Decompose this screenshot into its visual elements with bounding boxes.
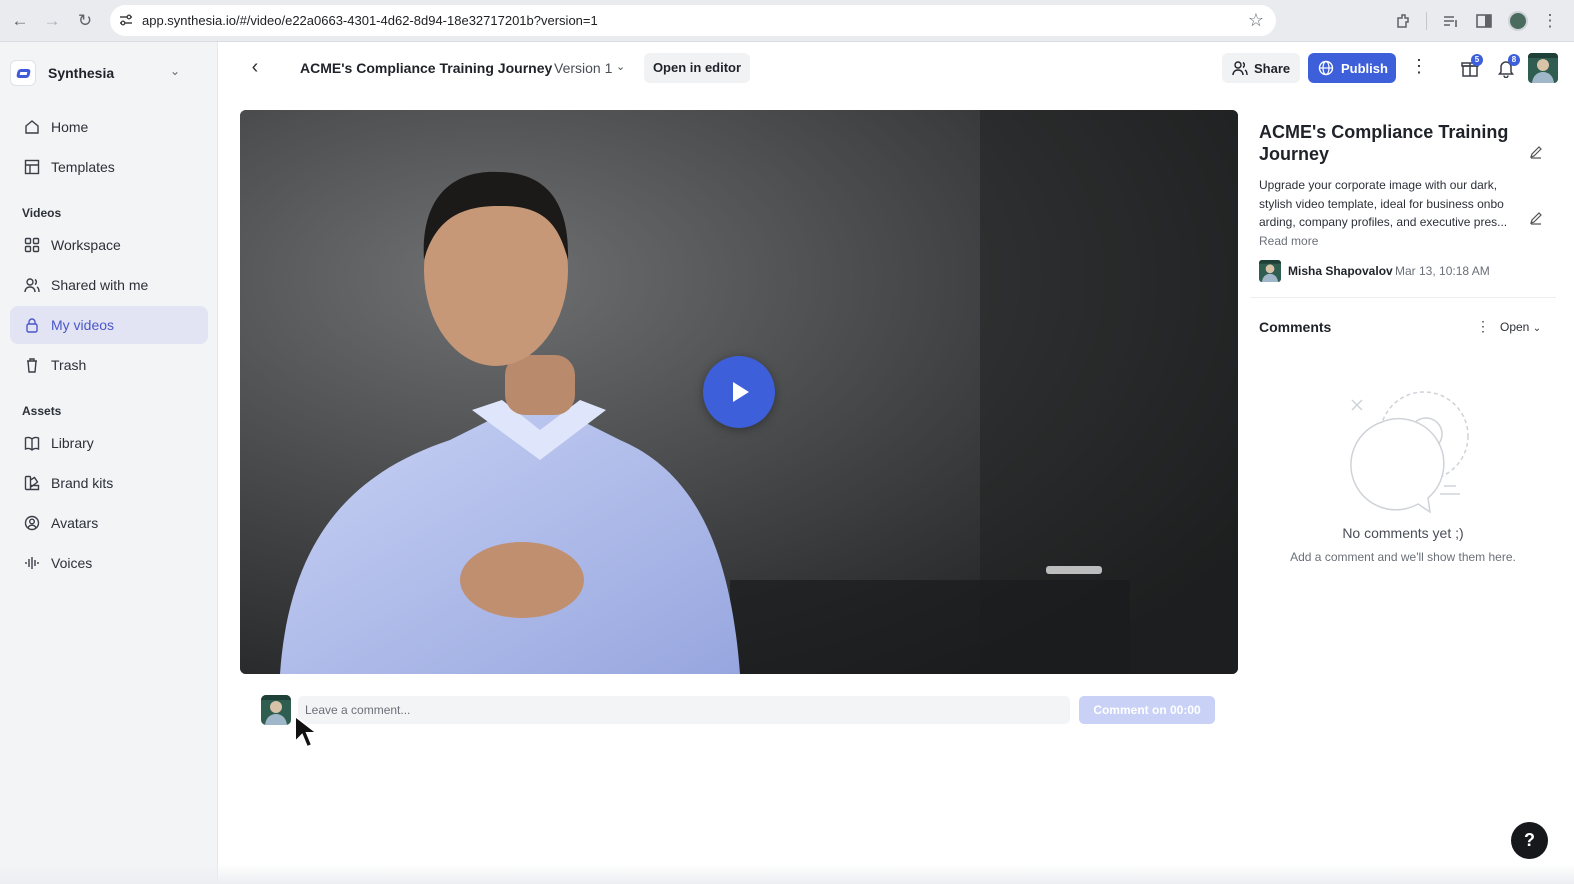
library-icon	[24, 436, 40, 451]
sidebar-item-label: Library	[51, 435, 94, 451]
chevron-down-icon: ⌄	[1532, 323, 1542, 334]
read-more-link[interactable]: Read more	[1259, 234, 1318, 248]
created-date: Mar 13, 10:18 AM	[1395, 264, 1490, 278]
reload-icon[interactable]: ↻	[75, 11, 95, 31]
empty-comments-subtitle: Add a comment and we'll show them here.	[1290, 550, 1516, 564]
sidebar-item-label: Home	[51, 119, 89, 135]
comments-header: Comments	[1259, 319, 1332, 335]
comments-filter-label: Open	[1500, 320, 1530, 334]
video-description: Upgrade your corporate image with our da…	[1259, 178, 1508, 229]
chevron-down-icon[interactable]: ⌄	[616, 60, 625, 73]
sidebar-item-templates[interactable]: Templates	[10, 148, 208, 186]
play-button[interactable]	[703, 356, 775, 428]
side-panel-icon[interactable]	[1475, 12, 1493, 30]
sidebar-item-label: Shared with me	[51, 277, 149, 293]
sidebar-item-home[interactable]: Home	[10, 108, 208, 146]
sidebar-item-voices[interactable]: Voices	[10, 544, 208, 582]
sidebar-item-trash[interactable]: Trash	[10, 346, 208, 384]
sidebar-item-label: Voices	[51, 555, 93, 571]
extensions-icon[interactable]	[1394, 12, 1412, 30]
sidebar-item-shared-with-me[interactable]: Shared with me	[10, 266, 208, 304]
avatars-icon	[24, 515, 40, 531]
help-button[interactable]: ?	[1511, 822, 1548, 859]
share-button[interactable]: Share	[1222, 53, 1300, 83]
url-text: app.synthesia.io/#/video/e22a0663-4301-4…	[142, 13, 598, 28]
chevron-down-icon: ⌄	[169, 64, 180, 78]
sidebar-item-label: Templates	[51, 159, 115, 175]
empty-comments-illustration	[1350, 391, 1469, 514]
sidebar-item-avatars[interactable]: Avatars	[10, 504, 208, 542]
globe-icon	[1318, 60, 1334, 76]
sidebar: Synthesia ⌄ Home Templates Videos Worksp…	[0, 42, 218, 884]
site-settings-icon[interactable]	[118, 12, 134, 28]
lock-icon	[26, 318, 38, 333]
page-title: ACME's Compliance Training Journey	[300, 60, 553, 76]
browser-toolbar: ← → ↻ app.synthesia.io/#/video/e22a0663-…	[0, 0, 1574, 42]
share-users-icon	[1232, 61, 1248, 76]
sidebar-item-my-videos[interactable]: My videos	[10, 306, 208, 344]
browser-profile-avatar[interactable]	[1508, 11, 1528, 31]
user-avatar[interactable]	[1528, 53, 1558, 83]
trash-icon	[27, 358, 37, 373]
workspace-switcher[interactable]: Synthesia ⌄	[8, 58, 208, 88]
comment-submit-button[interactable]: Comment on 00:00	[1079, 696, 1215, 724]
templates-icon	[24, 159, 40, 175]
author-name: Misha Shapovalov	[1288, 264, 1393, 278]
sidebar-item-label: Avatars	[51, 515, 99, 531]
author-avatar	[1259, 260, 1281, 282]
workspace-name: Synthesia	[48, 65, 115, 81]
sidebar-item-label: My videos	[51, 317, 115, 333]
edit-description-pencil-icon[interactable]	[1529, 211, 1543, 225]
sidebar-item-label: Trash	[51, 357, 87, 373]
forward-arrow-icon[interactable]: →	[42, 11, 62, 31]
section-videos: Videos	[22, 206, 62, 220]
gifts-badge: 5	[1471, 54, 1483, 66]
bookmark-star-icon[interactable]: ☆	[1248, 10, 1264, 31]
publish-label: Publish	[1341, 61, 1388, 76]
comments-filter-dropdown[interactable]: Open ⌄	[1500, 320, 1541, 334]
back-button[interactable]: ‹	[244, 56, 266, 78]
sidebar-item-label: Brand kits	[51, 475, 114, 491]
synthesia-logo-icon	[10, 60, 36, 86]
panel-divider	[1250, 297, 1556, 298]
sidebar-item-brand-kits[interactable]: Brand kits	[10, 464, 208, 502]
edit-title-pencil-icon[interactable]	[1529, 145, 1543, 159]
publish-button[interactable]: Publish	[1308, 53, 1396, 83]
comment-user-avatar	[261, 695, 291, 725]
media-control-icon[interactable]	[1442, 12, 1460, 30]
browser-menu-icon[interactable]: ⋮	[1540, 11, 1560, 31]
sidebar-item-workspace[interactable]: Workspace	[10, 226, 208, 264]
shared-icon	[24, 278, 40, 293]
sidebar-item-label: Workspace	[51, 237, 121, 253]
voices-icon	[25, 557, 39, 569]
mouse-cursor-icon	[294, 714, 320, 749]
video-title: ACME's Compliance Training Journey	[1259, 122, 1509, 164]
notifications-badge: 8	[1508, 54, 1520, 66]
brand-kits-icon	[24, 475, 40, 491]
more-options-icon[interactable]: ⋮	[1410, 56, 1428, 77]
bottom-shadow	[0, 864, 1574, 884]
sidebar-item-library[interactable]: Library	[10, 424, 208, 462]
back-arrow-icon[interactable]: ←	[10, 11, 30, 31]
comments-options-icon[interactable]: ⋮	[1476, 318, 1490, 335]
home-icon	[25, 120, 39, 134]
address-bar[interactable]: app.synthesia.io/#/video/e22a0663-4301-4…	[110, 5, 1276, 36]
share-label: Share	[1254, 61, 1291, 76]
version-selector[interactable]: Version 1	[554, 60, 612, 76]
empty-comments-title: No comments yet ;)	[1342, 525, 1464, 541]
workspace-icon	[24, 237, 40, 253]
comment-input[interactable]	[298, 696, 1070, 724]
toolbar-divider	[1426, 12, 1427, 30]
section-assets: Assets	[22, 404, 62, 418]
open-in-editor-button[interactable]: Open in editor	[644, 53, 750, 83]
